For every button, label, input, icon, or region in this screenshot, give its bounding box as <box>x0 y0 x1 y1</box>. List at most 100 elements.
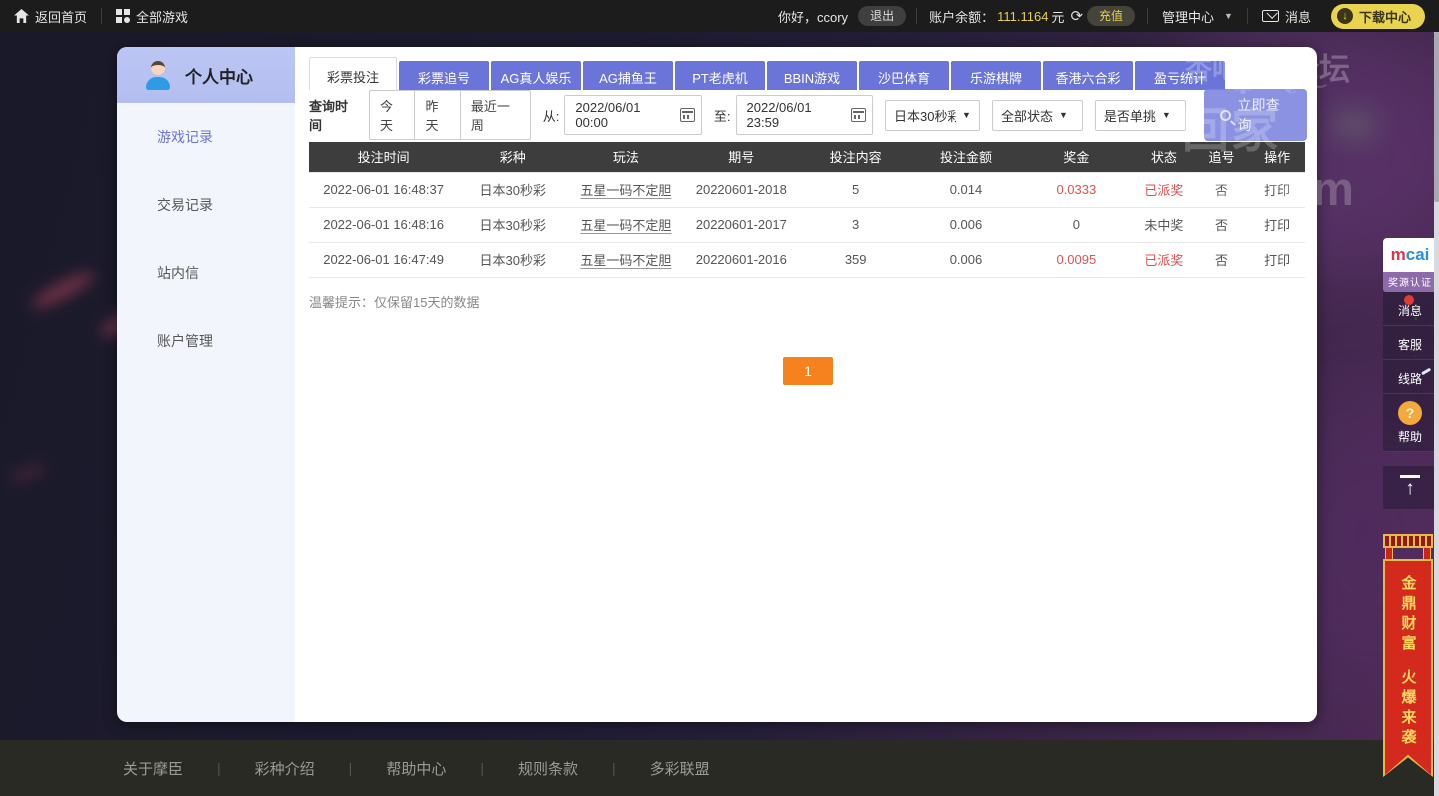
print-link[interactable]: 打印 <box>1249 172 1305 207</box>
cert-badge-label: 奖源认证 <box>1383 272 1437 292</box>
cell-amount: 0.006 <box>913 207 1018 242</box>
status-select[interactable]: 全部状态 ▼ <box>992 100 1083 131</box>
messages-label: 消息 <box>1285 7 1311 26</box>
float-help-label: 帮助 <box>1383 428 1437 445</box>
quick-today-button[interactable]: 今天 <box>370 91 415 139</box>
print-link[interactable]: 打印 <box>1249 242 1305 277</box>
quick-range-group: 今天 昨天 最近一周 <box>369 90 531 140</box>
search-button[interactable]: 立即查询 <box>1204 89 1307 141</box>
cell-lottery: 日本30秒彩 <box>458 242 567 277</box>
col-lottery: 彩种 <box>458 142 567 172</box>
footer-link-lottery-intro[interactable]: 彩种介绍 <box>249 758 321 779</box>
from-date-input[interactable]: 2022/06/01 00:00 <box>564 95 702 135</box>
tab-ag-fishing[interactable]: AG捕鱼王 <box>583 61 673 90</box>
tab-pt-slots[interactable]: PT老虎机 <box>675 61 765 90</box>
main-card: 个人中心 游戏记录 交易记录 站内信 账户管理 彩票投注 彩票追号 AG真人娱乐… <box>117 47 1317 722</box>
cell-play-link[interactable]: 五星一码不定胆 <box>580 218 671 233</box>
to-date-input[interactable]: 2022/06/01 23:59 <box>736 95 874 135</box>
cell-play-link[interactable]: 五星一码不定胆 <box>580 183 671 198</box>
all-games-link[interactable]: 全部游戏 <box>102 0 202 32</box>
admin-center-menu[interactable]: 管理中心 ▼ <box>1148 0 1247 32</box>
table-row: 2022-06-01 16:48:16 日本30秒彩 五星一码不定胆 20220… <box>309 207 1305 242</box>
logout-button[interactable]: 退出 <box>858 6 906 26</box>
scrollbar-thumb[interactable] <box>1434 32 1439 202</box>
refresh-balance-icon[interactable]: ⟳ <box>1070 7 1083 25</box>
back-to-top-button[interactable]: ↑ <box>1383 466 1437 509</box>
scrollbar[interactable] <box>1434 32 1439 796</box>
all-games-label: 全部游戏 <box>136 7 188 26</box>
cell-bet-time: 2022-06-01 16:48:16 <box>309 207 458 242</box>
col-play: 玩法 <box>567 142 684 172</box>
page-1-button[interactable]: 1 <box>783 357 833 385</box>
col-chase: 追号 <box>1194 142 1250 172</box>
quick-last-week-button[interactable]: 最近一周 <box>461 91 530 139</box>
tab-profit-stats[interactable]: 盈亏统计 <box>1135 61 1225 90</box>
promo-banner[interactable]: 金鼎财富火爆来袭 <box>1383 534 1433 777</box>
calendar-icon[interactable] <box>851 108 866 122</box>
sidebar-item-transaction-records[interactable]: 交易记录 <box>117 171 295 239</box>
float-customer-service-label: 客服 <box>1383 336 1437 353</box>
cell-status: 已派奖 <box>1134 172 1194 207</box>
single-pick-value: 是否单挑 <box>1104 106 1156 125</box>
cell-content: 5 <box>798 172 913 207</box>
banner-line-2: 火爆来袭 <box>1400 669 1417 749</box>
print-link[interactable]: 打印 <box>1249 207 1305 242</box>
float-customer-service-button[interactable]: 客服 <box>1383 326 1437 360</box>
float-line-route-button[interactable]: 线路 <box>1383 360 1437 394</box>
cell-prize: 0 <box>1019 207 1134 242</box>
calendar-icon[interactable] <box>680 108 695 122</box>
balance-unit: 元 <box>1051 7 1064 26</box>
col-amount: 投注金额 <box>913 142 1018 172</box>
footer-divider: | <box>480 760 484 776</box>
recharge-button[interactable]: 充值 <box>1087 6 1135 26</box>
table-row: 2022-06-01 16:48:37 日本30秒彩 五星一码不定胆 20220… <box>309 172 1305 207</box>
home-link[interactable]: 返回首页 <box>0 0 101 32</box>
query-time-label: 查询时间 <box>309 96 359 134</box>
col-bet-time: 投注时间 <box>309 142 458 172</box>
float-messages-button[interactable]: 消息 <box>1383 292 1437 326</box>
tab-ag-live[interactable]: AG真人娱乐 <box>491 61 581 90</box>
tab-leyou-chess[interactable]: 乐游棋牌 <box>951 61 1041 90</box>
content-panel: 彩票投注 彩票追号 AG真人娱乐 AG捕鱼王 PT老虎机 BBIN游戏 沙巴体育… <box>295 47 1317 722</box>
tab-lottery-bets[interactable]: 彩票投注 <box>309 57 397 90</box>
search-button-label: 立即查询 <box>1238 95 1292 135</box>
greeting-text: 你好，ccory <box>778 7 848 26</box>
background-glow <box>1332 112 1376 138</box>
envelope-icon <box>1262 10 1279 22</box>
help-icon: ? <box>1398 401 1422 425</box>
sidebar-item-site-mail[interactable]: 站内信 <box>117 239 295 307</box>
sidebar-item-game-records[interactable]: 游戏记录 <box>117 103 295 171</box>
prize-source-cert-badge[interactable]: mcai <box>1383 238 1437 272</box>
to-label: 至: <box>714 106 731 125</box>
quick-yesterday-button[interactable]: 昨天 <box>415 91 460 139</box>
single-pick-select[interactable]: 是否单挑 ▼ <box>1095 100 1186 131</box>
footer-link-help-center[interactable]: 帮助中心 <box>380 758 452 779</box>
bet-records-table: 投注时间 彩种 玩法 期号 投注内容 投注金额 奖金 状态 追号 操作 2022 <box>309 142 1305 278</box>
footer-divider: | <box>217 760 221 776</box>
page: 返回首页 全部游戏 你好，ccory 退出 账户余额： 111.1164 元 ⟳… <box>0 0 1439 796</box>
home-link-label: 返回首页 <box>35 7 87 26</box>
tab-bbin-games[interactable]: BBIN游戏 <box>767 61 857 90</box>
footer-link-rules[interactable]: 规则条款 <box>512 758 584 779</box>
sidebar: 个人中心 游戏记录 交易记录 站内信 账户管理 <box>117 47 295 722</box>
retention-note: 温馨提示：仅保留15天的数据 <box>309 292 1307 311</box>
sidebar-item-account-management[interactable]: 账户管理 <box>117 307 295 375</box>
tab-saba-sports[interactable]: 沙巴体育 <box>859 61 949 90</box>
download-center-button[interactable]: ↓ 下载中心 <box>1331 4 1425 29</box>
tab-lottery-chase[interactable]: 彩票追号 <box>399 61 489 90</box>
lottery-type-select[interactable]: 日本30秒彩 ▼ <box>885 100 980 131</box>
tab-hk-mark-six[interactable]: 香港六合彩 <box>1043 61 1133 90</box>
cell-issue: 20220601-2017 <box>685 207 799 242</box>
footer-link-alliance[interactable]: 多彩联盟 <box>644 758 716 779</box>
cert-logo-accent: m <box>1391 245 1406 265</box>
float-help-button[interactable]: ? 帮助 <box>1383 394 1437 452</box>
footer-link-about[interactable]: 关于摩臣 <box>117 758 189 779</box>
arrow-up-icon: ↑ <box>1405 478 1415 499</box>
messages-link[interactable]: 消息 <box>1248 0 1325 32</box>
cell-lottery: 日本30秒彩 <box>458 172 567 207</box>
nav-divider <box>916 8 917 24</box>
balance-value: 111.1164 <box>997 9 1048 24</box>
sidebar-title: 个人中心 <box>185 63 253 88</box>
chevron-down-icon: ▼ <box>1162 110 1171 120</box>
cell-play-link[interactable]: 五星一码不定胆 <box>580 253 671 268</box>
